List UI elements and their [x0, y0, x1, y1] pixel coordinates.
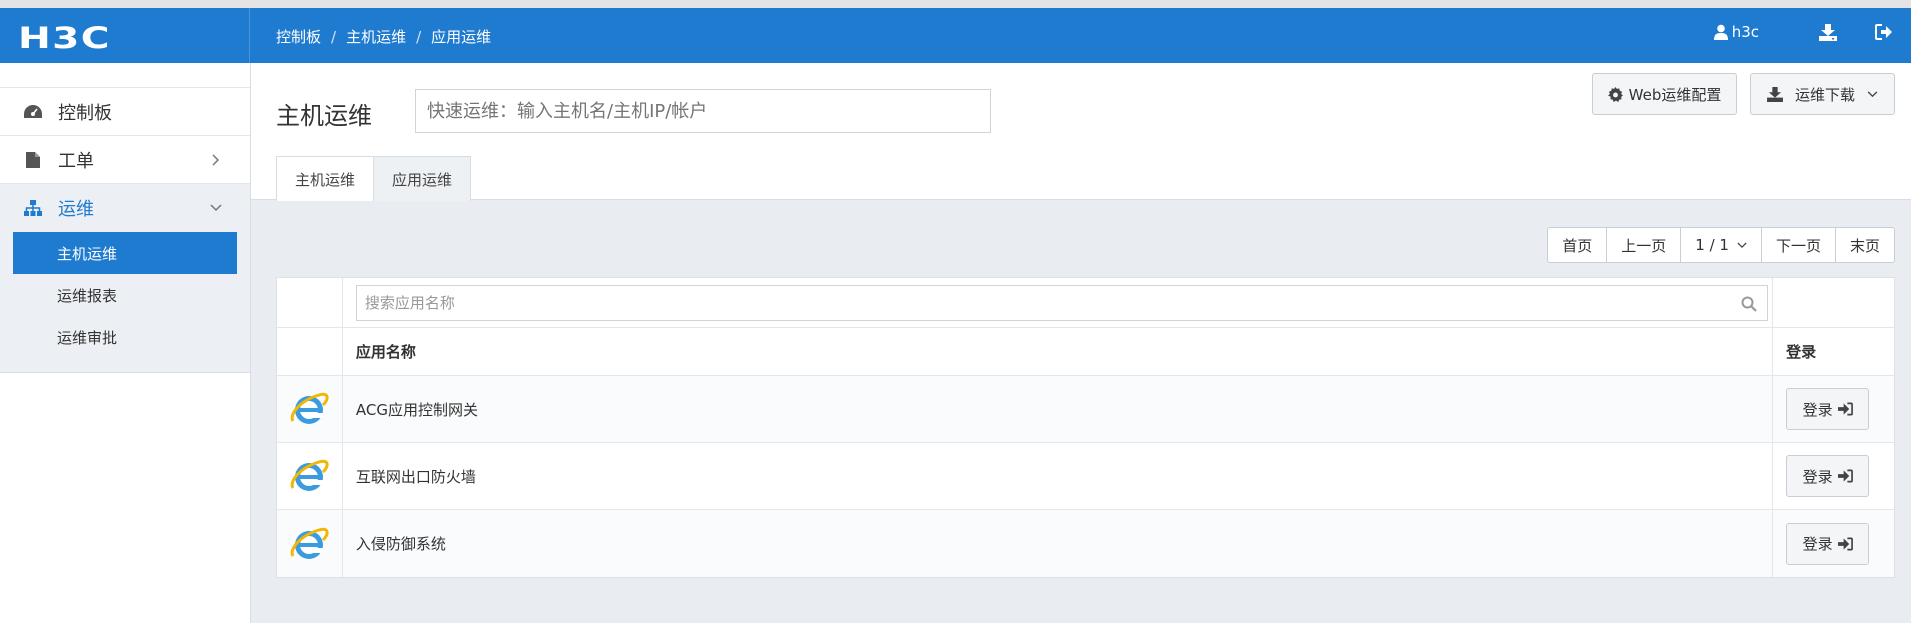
- sidebar-subitem-ops-report[interactable]: 运维报表: [0, 274, 250, 316]
- sidebar-item-label: 工单: [58, 150, 94, 172]
- chevron-right-icon: [212, 154, 220, 166]
- quick-ops-input[interactable]: [415, 89, 991, 133]
- sidebar: 控制板 工单 运维 主机运维 运维报表 运维审批: [0, 63, 251, 623]
- last-page-button[interactable]: 末页: [1836, 228, 1894, 262]
- sitemap-icon: [24, 199, 42, 217]
- login-label: 登录: [1802, 467, 1833, 486]
- table-cell: 登录: [1773, 443, 1894, 509]
- sidebar-item-dashboard[interactable]: 控制板: [0, 88, 250, 136]
- page-indicator: 1 / 1: [1695, 236, 1729, 254]
- top-strip: [0, 0, 1911, 8]
- sign-in-icon: [1837, 402, 1853, 416]
- logout-button[interactable]: [1875, 24, 1893, 40]
- sign-in-icon: [1837, 469, 1853, 483]
- table-cell: [277, 278, 343, 327]
- login-button[interactable]: 登录: [1786, 455, 1870, 497]
- table-row: ACG应用控制网关 登录: [277, 376, 1894, 443]
- ops-download-button[interactable]: 运维下载: [1750, 73, 1895, 115]
- ie-browser-icon: [291, 527, 329, 559]
- logout-icon: [1875, 24, 1892, 40]
- main-content: 主机运维 Web运维配置 运维下载 主机运维 应用运维 首页 上一页 1 / 1…: [251, 63, 1911, 623]
- app-header: H3C 控制板 / 主机运维 / 应用运维 h3c: [0, 8, 1911, 63]
- h3c-logo[interactable]: H3C: [18, 21, 111, 55]
- logo-area: H3C: [0, 8, 250, 63]
- table-header-cell: [277, 328, 343, 375]
- chevron-down-icon: [1867, 90, 1878, 97]
- ops-download-label: 运维下载: [1794, 85, 1855, 104]
- page-title: 主机运维: [276, 102, 372, 130]
- app-name: 互联网出口防火墙: [343, 443, 1774, 509]
- breadcrumb-separator: /: [416, 27, 422, 46]
- table-cell: [277, 443, 343, 509]
- ie-browser-icon: [291, 459, 329, 491]
- tab-host-ops[interactable]: 主机运维: [276, 156, 375, 201]
- app-search-input[interactable]: 搜索应用名称: [355, 284, 1768, 321]
- table-cell: 登录: [1773, 510, 1894, 577]
- app-name: ACG应用控制网关: [343, 376, 1774, 442]
- user-name: h3c: [1731, 23, 1759, 41]
- app-search-placeholder: 搜索应用名称: [364, 294, 455, 312]
- file-icon: [24, 151, 42, 169]
- table-header-row: 应用名称 登录: [277, 328, 1894, 376]
- table-search-row: 搜索应用名称: [277, 278, 1894, 328]
- table-cell: [277, 510, 343, 577]
- tab-app-ops[interactable]: 应用运维: [374, 156, 472, 201]
- page-select[interactable]: 1 / 1: [1681, 228, 1762, 262]
- pagination: 首页 上一页 1 / 1 下一页 末页: [1547, 227, 1895, 263]
- web-config-button[interactable]: Web运维配置: [1592, 73, 1737, 115]
- ops-submenu: 主机运维 运维报表 运维审批: [0, 232, 250, 373]
- dashboard-icon: [24, 103, 42, 121]
- chevron-down-icon: [1737, 242, 1747, 248]
- ops-tabs: 主机运维 应用运维: [276, 156, 472, 201]
- app-name: 入侵防御系统: [343, 510, 1774, 577]
- table-row: 入侵防御系统 登录: [277, 510, 1894, 577]
- sidebar-item-workorder[interactable]: 工单: [0, 136, 250, 184]
- sidebar-subitem-ops-approval[interactable]: 运维审批: [0, 316, 250, 358]
- prev-page-button[interactable]: 上一页: [1607, 228, 1682, 262]
- download-icon: [1819, 23, 1837, 41]
- sign-in-icon: [1837, 537, 1853, 550]
- breadcrumb: 控制板 / 主机运维 / 应用运维: [276, 26, 491, 47]
- table-cell: 登录: [1773, 376, 1894, 442]
- sidebar-item-ops[interactable]: 运维: [0, 184, 250, 232]
- sidebar-item-label: 运维: [58, 199, 94, 220]
- gear-icon: [1607, 86, 1623, 102]
- download-button[interactable]: [1819, 23, 1837, 41]
- login-button[interactable]: 登录: [1786, 388, 1870, 430]
- user-icon: [1713, 24, 1728, 40]
- column-header-app-name: 应用名称: [343, 328, 1774, 375]
- sidebar-spacer: [0, 63, 250, 88]
- user-menu[interactable]: h3c: [1713, 23, 1759, 41]
- breadcrumb-dashboard[interactable]: 控制板: [276, 26, 321, 47]
- table-cell: [1773, 278, 1894, 327]
- login-label: 登录: [1802, 535, 1833, 553]
- breadcrumb-separator: /: [331, 27, 337, 46]
- app-table: 搜索应用名称 应用名称 登录 ACG应用控制网关 登录 互联网出口防火墙 登录 …: [276, 277, 1895, 578]
- download-icon: [1767, 86, 1783, 102]
- login-label: 登录: [1802, 400, 1833, 419]
- first-page-button[interactable]: 首页: [1548, 228, 1608, 262]
- table-cell: 搜索应用名称: [343, 278, 1774, 327]
- chevron-down-icon: [210, 204, 222, 212]
- sidebar-item-label: 控制板: [58, 102, 112, 124]
- breadcrumb-host-ops[interactable]: 主机运维: [346, 26, 406, 47]
- search-icon: [1741, 296, 1757, 312]
- breadcrumb-app-ops: 应用运维: [431, 28, 492, 46]
- login-button[interactable]: 登录: [1786, 522, 1870, 565]
- sidebar-subitem-host-ops[interactable]: 主机运维: [13, 232, 237, 274]
- next-page-button[interactable]: 下一页: [1762, 228, 1836, 262]
- table-cell: [277, 376, 343, 442]
- header-actions: h3c: [1713, 23, 1893, 41]
- column-header-login: 登录: [1786, 343, 1817, 361]
- table-row: 互联网出口防火墙 登录: [277, 443, 1894, 510]
- main-toolbar: 主机运维 Web运维配置 运维下载 主机运维 应用运维: [251, 63, 1911, 201]
- web-config-label: Web运维配置: [1628, 85, 1722, 104]
- ie-browser-icon: [291, 392, 329, 424]
